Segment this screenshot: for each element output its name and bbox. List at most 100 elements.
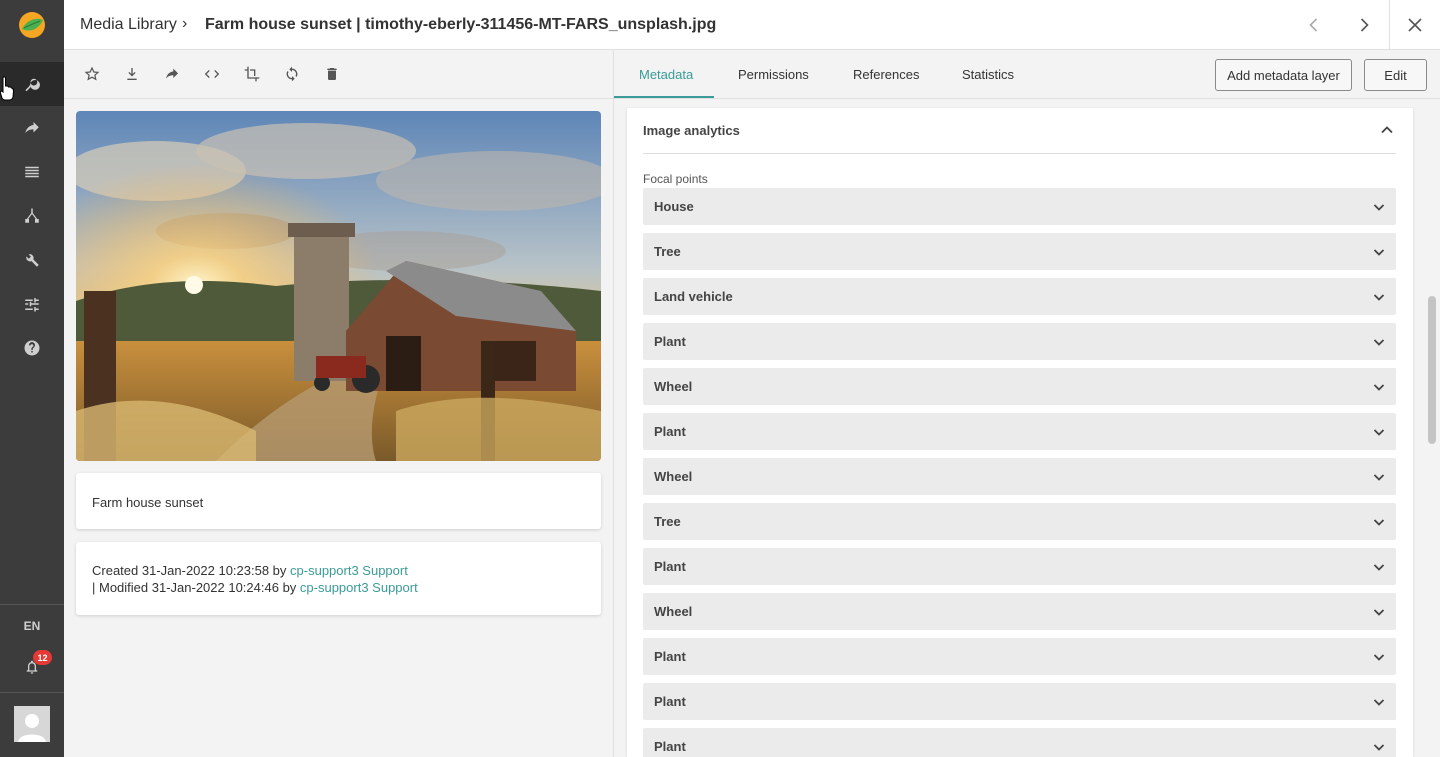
- focal-point-label: Wheel: [654, 379, 693, 394]
- asset-toolbar: [64, 50, 613, 99]
- help-icon: [24, 340, 40, 356]
- avatar[interactable]: [14, 706, 50, 742]
- focal-point-label: Tree: [654, 244, 681, 259]
- focal-point-row[interactable]: Wheel: [643, 593, 1396, 630]
- star-icon: [84, 66, 100, 81]
- nav-settings[interactable]: [0, 282, 64, 326]
- edit-button[interactable]: Edit: [1364, 59, 1427, 91]
- focal-point-label: House: [654, 199, 694, 214]
- tab-permissions[interactable]: Permissions: [738, 50, 809, 99]
- share-arrow-icon: [25, 122, 39, 134]
- hand-cursor-icon: [0, 76, 14, 101]
- chevron-down-icon: [1373, 699, 1385, 706]
- asset-title: Farm house sunset: [92, 495, 204, 510]
- image-analytics-panel: Image analytics Focal points House Tree La…: [627, 108, 1413, 757]
- notification-badge: 12: [33, 650, 52, 665]
- crop-icon: [244, 66, 260, 82]
- chevron-down-icon: [1373, 339, 1385, 346]
- chevron-down-icon: [1373, 744, 1385, 751]
- tab-metadata[interactable]: Metadata: [639, 50, 693, 99]
- asset-title-card: Farm house sunset: [76, 473, 601, 529]
- previous-button[interactable]: [1289, 0, 1339, 50]
- breadcrumb-separator: ›: [182, 15, 188, 32]
- modified-line: | Modified 31-Jan-2022 10:24:46 by cp-su…: [92, 579, 418, 596]
- focal-point-row[interactable]: Wheel: [643, 458, 1396, 495]
- nav-tools[interactable]: [0, 238, 64, 282]
- focal-point-label: Plant: [654, 559, 686, 574]
- share-arrow-icon: [166, 68, 178, 79]
- download-button[interactable]: [120, 62, 144, 86]
- chevron-down-icon: [1373, 384, 1385, 391]
- nav-help[interactable]: [0, 326, 64, 370]
- panel-title: Image analytics: [643, 123, 740, 138]
- share-button[interactable]: [160, 62, 184, 86]
- chevron-down-icon: [1373, 294, 1385, 301]
- header-bar: Media Library › Farm house sunset | timo…: [64, 0, 1440, 50]
- crop-button[interactable]: [240, 62, 264, 86]
- breadcrumb-media-library[interactable]: Media Library: [80, 16, 177, 34]
- close-button[interactable]: [1390, 0, 1440, 50]
- image-preview[interactable]: [76, 111, 601, 461]
- focal-point-label: Tree: [654, 514, 681, 529]
- wrench-icon: [26, 254, 39, 267]
- chevron-down-icon: [1373, 654, 1385, 661]
- created-line: Created 31-Jan-2022 10:23:58 by cp-suppo…: [92, 562, 418, 579]
- language-switch[interactable]: EN: [0, 612, 64, 640]
- focal-point-row[interactable]: Tree: [643, 233, 1396, 270]
- nav-list[interactable]: [0, 150, 64, 194]
- focal-point-row[interactable]: House: [643, 188, 1396, 225]
- sync-icon: [286, 66, 298, 82]
- scrollbar-thumb[interactable]: [1428, 296, 1436, 444]
- focal-point-row[interactable]: Wheel: [643, 368, 1396, 405]
- embed-code-button[interactable]: [200, 62, 224, 86]
- chevron-left-icon: [1309, 18, 1318, 32]
- chevron-down-icon: [1373, 519, 1385, 526]
- focal-point-row[interactable]: Plant: [643, 323, 1396, 360]
- focal-point-row[interactable]: Plant: [643, 728, 1396, 757]
- favorite-button[interactable]: [80, 62, 104, 86]
- modified-user-link[interactable]: cp-support3 Support: [300, 580, 418, 595]
- chevron-down-icon: [1373, 429, 1385, 436]
- nav-share[interactable]: [0, 106, 64, 150]
- focal-point-label: Plant: [654, 694, 686, 709]
- page-title: Farm house sunset | timothy-eberly-31145…: [205, 16, 717, 33]
- list-icon: [25, 166, 39, 178]
- delete-button[interactable]: [320, 62, 344, 86]
- nav-divider: [0, 604, 64, 605]
- chevron-down-icon: [1373, 249, 1385, 256]
- tab-statistics[interactable]: Statistics: [962, 50, 1014, 99]
- created-text: Created 31-Jan-2022 10:23:58 by: [92, 563, 291, 578]
- leaf-logo-icon: [19, 12, 45, 38]
- farm-house-sunset-image: [76, 111, 601, 461]
- focal-point-row[interactable]: Plant: [643, 683, 1396, 720]
- focal-point-label: Wheel: [654, 469, 693, 484]
- next-button[interactable]: [1339, 0, 1389, 50]
- active-tab-indicator: [614, 96, 714, 98]
- replace-button[interactable]: [280, 62, 304, 86]
- focal-point-row[interactable]: Land vehicle: [643, 278, 1396, 315]
- asset-history-card: Created 31-Jan-2022 10:23:58 by cp-suppo…: [76, 542, 601, 615]
- nav-hierarchy[interactable]: [0, 194, 64, 238]
- app-logo[interactable]: [0, 0, 64, 50]
- add-metadata-layer-button[interactable]: Add metadata layer: [1215, 59, 1352, 91]
- focal-point-row[interactable]: Plant: [643, 638, 1396, 675]
- focal-point-row[interactable]: Tree: [643, 503, 1396, 540]
- chevron-down-icon: [1373, 564, 1385, 571]
- focal-point-row[interactable]: Plant: [643, 548, 1396, 585]
- close-icon: [1408, 18, 1422, 32]
- focal-point-label: Plant: [654, 334, 686, 349]
- modified-text: | Modified 31-Jan-2022 10:24:46 by: [92, 580, 300, 595]
- search-icon: [25, 78, 40, 92]
- focal-point-row[interactable]: Plant: [643, 413, 1396, 450]
- hierarchy-icon: [25, 208, 39, 223]
- notifications-button[interactable]: [0, 648, 64, 686]
- nav-divider-bottom: [0, 692, 64, 693]
- created-user-link[interactable]: cp-support3 Support: [290, 563, 408, 578]
- chevron-up-icon[interactable]: [1379, 122, 1395, 138]
- chevron-right-icon: [1360, 18, 1369, 32]
- tab-references[interactable]: References: [853, 50, 919, 99]
- chevron-down-icon: [1373, 474, 1385, 481]
- focal-point-label: Wheel: [654, 604, 693, 619]
- focal-point-label: Plant: [654, 649, 686, 664]
- chevron-down-icon: [1373, 609, 1385, 616]
